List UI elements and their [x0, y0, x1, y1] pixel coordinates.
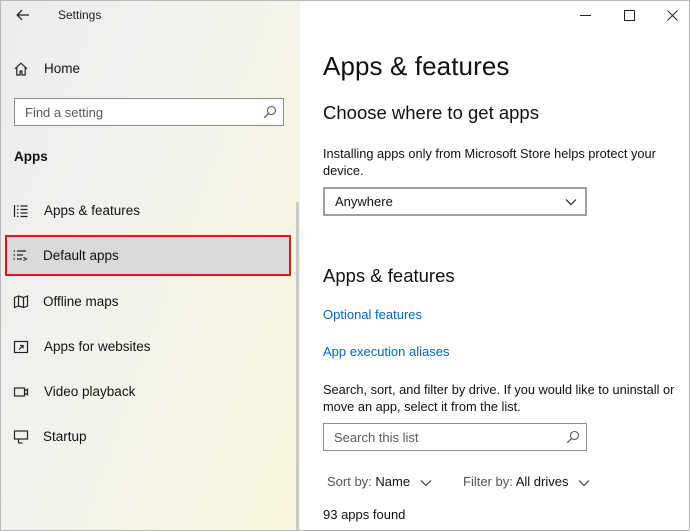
- app-source-value: Anywhere: [335, 194, 393, 209]
- maximize-button[interactable]: [606, 1, 652, 29]
- sidebar-item-label: Video playback: [44, 384, 136, 399]
- sidebar-item-label: Startup: [43, 429, 87, 444]
- app-execution-aliases-link[interactable]: App execution aliases: [323, 344, 449, 359]
- sidebar-item-label: Apps & features: [44, 203, 141, 218]
- find-setting-search[interactable]: [14, 98, 284, 126]
- apps-found-count: 93 apps found: [323, 507, 406, 522]
- video-playback-icon: [13, 387, 29, 397]
- close-icon: [666, 9, 678, 21]
- sidebar-item-label: Default apps: [43, 248, 119, 263]
- filter-by-label: Filter by:: [463, 474, 513, 489]
- home-nav-item[interactable]: Home: [1, 49, 300, 89]
- app-source-dropdown[interactable]: Anywhere: [323, 187, 587, 216]
- sidebar-item-offline-maps[interactable]: Offline maps: [1, 282, 300, 322]
- page-title: Apps & features: [323, 51, 510, 81]
- sidebar-item-apps-for-websites[interactable]: Apps for websites: [1, 327, 300, 367]
- main-content: Apps & features Choose where to get apps…: [301, 1, 689, 530]
- search-list-input[interactable]: [324, 424, 564, 450]
- search-icon: [566, 430, 580, 444]
- back-arrow-icon: [16, 9, 29, 21]
- filter-by-value: All drives: [515, 474, 569, 489]
- maximize-icon: [623, 9, 635, 21]
- close-button[interactable]: [649, 1, 689, 29]
- search-apps-list[interactable]: [323, 423, 587, 451]
- chevron-down-icon: [578, 479, 590, 486]
- default-apps-icon: [13, 250, 28, 262]
- apps-features-icon: [13, 205, 28, 218]
- sidebar-item-default-apps[interactable]: Default apps: [1, 236, 300, 276]
- apps-section-heading: Apps: [14, 149, 48, 164]
- sidebar-item-label: Offline maps: [43, 294, 119, 309]
- startup-icon: [13, 430, 29, 444]
- sidebar: Settings Home Apps Apps & features: [1, 1, 300, 530]
- sidebar-item-video-playback[interactable]: Video playback: [1, 372, 300, 412]
- find-setting-input[interactable]: [15, 99, 265, 125]
- apps-for-websites-icon: [13, 340, 29, 354]
- sort-by-label: Sort by:: [327, 474, 372, 489]
- sort-by-dropdown[interactable]: Sort by: Name: [327, 474, 432, 489]
- sidebar-item-apps-features[interactable]: Apps & features: [1, 191, 300, 231]
- home-icon: [14, 62, 28, 76]
- apps-features-heading: Apps & features: [323, 265, 455, 286]
- sidebar-item-label: Apps for websites: [44, 339, 151, 354]
- choose-where-description: Installing apps only from Microsoft Stor…: [323, 146, 656, 178]
- home-label: Home: [44, 61, 81, 76]
- chevron-down-icon: [420, 479, 432, 486]
- chevron-down-icon: [565, 199, 577, 206]
- choose-where-heading: Choose where to get apps: [323, 102, 539, 123]
- sort-by-value: Name: [375, 474, 411, 489]
- settings-window: Settings Home Apps Apps & features: [0, 0, 690, 531]
- filter-by-dropdown[interactable]: Filter by: All drives: [463, 474, 590, 489]
- search-icon: [263, 105, 277, 119]
- minimize-button[interactable]: [562, 1, 608, 29]
- back-button[interactable]: [9, 4, 37, 26]
- offline-maps-icon: [13, 295, 29, 309]
- search-description: Search, sort, and filter by drive. If yo…: [323, 382, 675, 414]
- window-title: Settings: [58, 8, 102, 22]
- sidebar-scrollbar[interactable]: [296, 202, 299, 530]
- optional-features-link[interactable]: Optional features: [323, 307, 422, 322]
- minimize-icon: [579, 14, 591, 16]
- sidebar-item-startup[interactable]: Startup: [1, 417, 300, 457]
